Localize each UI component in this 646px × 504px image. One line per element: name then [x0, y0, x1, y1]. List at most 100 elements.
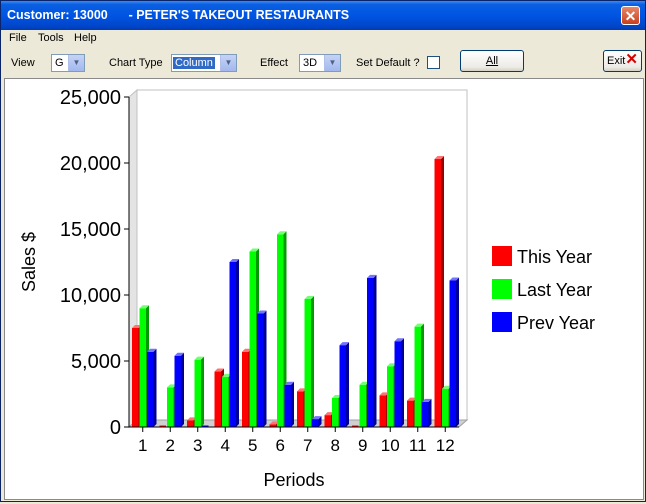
- y-tick-label: 5,000: [71, 351, 121, 373]
- bar: [324, 415, 331, 427]
- exit-button[interactable]: Exit ✕: [603, 50, 642, 72]
- exit-button-label: Exit: [607, 55, 626, 67]
- effect-select-value: 3D: [303, 57, 318, 69]
- x-tick-label: 4: [221, 436, 230, 455]
- legend-label: Last Year: [517, 280, 592, 300]
- bar-side: [401, 338, 404, 427]
- bar: [229, 262, 236, 427]
- y-tick-label: 10,000: [60, 285, 121, 307]
- y-tick-label: 0: [110, 417, 121, 439]
- chart-panel: 0 5,000 10,000 15,000 20,000 25,000 1 2 3 4 5 6 7 8 9 1…: [4, 78, 644, 500]
- legend-swatch: [492, 279, 512, 299]
- x-axis-title: Periods: [263, 470, 324, 490]
- bar: [394, 341, 401, 427]
- toolbar: View G ▼ Chart Type Column ▼ Effect 3D ▼…: [1, 48, 645, 78]
- bar: [167, 387, 174, 427]
- all-button[interactable]: All: [460, 50, 524, 72]
- bar: [359, 384, 366, 427]
- bar-side: [428, 398, 432, 427]
- chart-type-select[interactable]: Column ▼: [171, 54, 237, 72]
- bar: [332, 397, 339, 427]
- chart-type-select-value: Column: [173, 57, 215, 69]
- menu-file[interactable]: File: [9, 32, 27, 44]
- bar: [379, 395, 386, 427]
- bar: [249, 251, 256, 427]
- bar: [387, 366, 394, 427]
- bar: [242, 351, 249, 427]
- bar-side: [263, 310, 267, 427]
- chevron-down-icon[interactable]: ▼: [220, 55, 236, 71]
- legend-swatch: [492, 246, 512, 266]
- exit-x-icon: ✕: [625, 51, 638, 68]
- sales-chart: 05,00010,00015,00020,00025,0001 2 3 4 5 6 7 8 9 1…: [19, 87, 595, 490]
- bar: [277, 234, 284, 427]
- view-select[interactable]: G ▼: [51, 54, 85, 72]
- chevron-down-icon[interactable]: ▼: [68, 55, 84, 71]
- bar-side: [153, 348, 157, 427]
- bar-side: [373, 274, 377, 427]
- y-tick-label: 20,000: [60, 153, 121, 175]
- close-button[interactable]: ✕: [621, 6, 640, 25]
- x-tick-label: 6: [276, 436, 285, 455]
- bar: [132, 328, 139, 427]
- x-tick-label: 2: [166, 436, 175, 455]
- menu-help[interactable]: Help: [74, 32, 97, 44]
- chevron-down-icon[interactable]: ▼: [324, 55, 340, 71]
- bar: [407, 400, 414, 427]
- effect-label: Effect: [260, 57, 288, 69]
- bar: [214, 371, 221, 427]
- bar: [339, 345, 346, 427]
- bar: [449, 280, 456, 427]
- legend-label: Prev Year: [517, 313, 595, 333]
- bar-side: [456, 277, 459, 427]
- x-tick-label: 11: [409, 436, 427, 455]
- bar-side: [441, 156, 444, 427]
- bar: [187, 420, 194, 427]
- bar: [222, 376, 229, 427]
- x-tick-label: 9: [358, 436, 367, 455]
- legend-label: This Year: [517, 247, 592, 267]
- bar: [312, 419, 319, 427]
- x-tick-label: 8: [331, 436, 340, 455]
- x-tick-label: 3: [193, 436, 202, 455]
- window-title: Customer: 13000 - PETER'S TAKEOUT RESTAU…: [7, 8, 350, 22]
- x-tick-label: 1: [138, 436, 147, 455]
- bar: [257, 313, 264, 427]
- y-tick-label: 15,000: [60, 219, 121, 241]
- bar: [194, 359, 201, 427]
- bar: [442, 388, 449, 427]
- bar-side: [346, 342, 349, 427]
- set-default-checkbox[interactable]: [427, 56, 440, 69]
- view-select-value: G: [55, 57, 64, 69]
- bar-side: [291, 381, 294, 427]
- bar-side: [236, 259, 239, 427]
- legend-swatch: [492, 312, 512, 332]
- bar: [304, 298, 311, 427]
- bar: [139, 308, 146, 427]
- chart-type-label: Chart Type: [109, 57, 163, 69]
- effect-select[interactable]: 3D ▼: [299, 54, 341, 72]
- view-label: View: [11, 57, 35, 69]
- bar: [414, 326, 421, 427]
- menu-bar: File Tools Help: [1, 30, 645, 48]
- y-axis-title: Sales $: [19, 232, 39, 292]
- set-default-label: Set Default ?: [356, 57, 420, 69]
- main-window: Customer: 13000 - PETER'S TAKEOUT RESTAU…: [0, 0, 646, 502]
- title-bar[interactable]: Customer: 13000 - PETER'S TAKEOUT RESTAU…: [1, 1, 645, 30]
- bar: [422, 401, 429, 427]
- bar-side: [311, 295, 314, 427]
- bar: [367, 277, 374, 427]
- bar-side: [201, 356, 204, 427]
- bar: [284, 384, 291, 427]
- x-tick-label: 5: [248, 436, 257, 455]
- bar: [147, 351, 154, 427]
- x-tick-label: 12: [436, 436, 455, 455]
- bar: [434, 159, 441, 427]
- x-tick-label: 7: [303, 436, 312, 455]
- y-tick-label: 25,000: [60, 87, 121, 109]
- bar: [174, 355, 181, 427]
- bar-side: [181, 352, 184, 427]
- x-tick-label: 10: [381, 436, 400, 455]
- menu-tools[interactable]: Tools: [38, 32, 64, 44]
- bar: [297, 391, 304, 427]
